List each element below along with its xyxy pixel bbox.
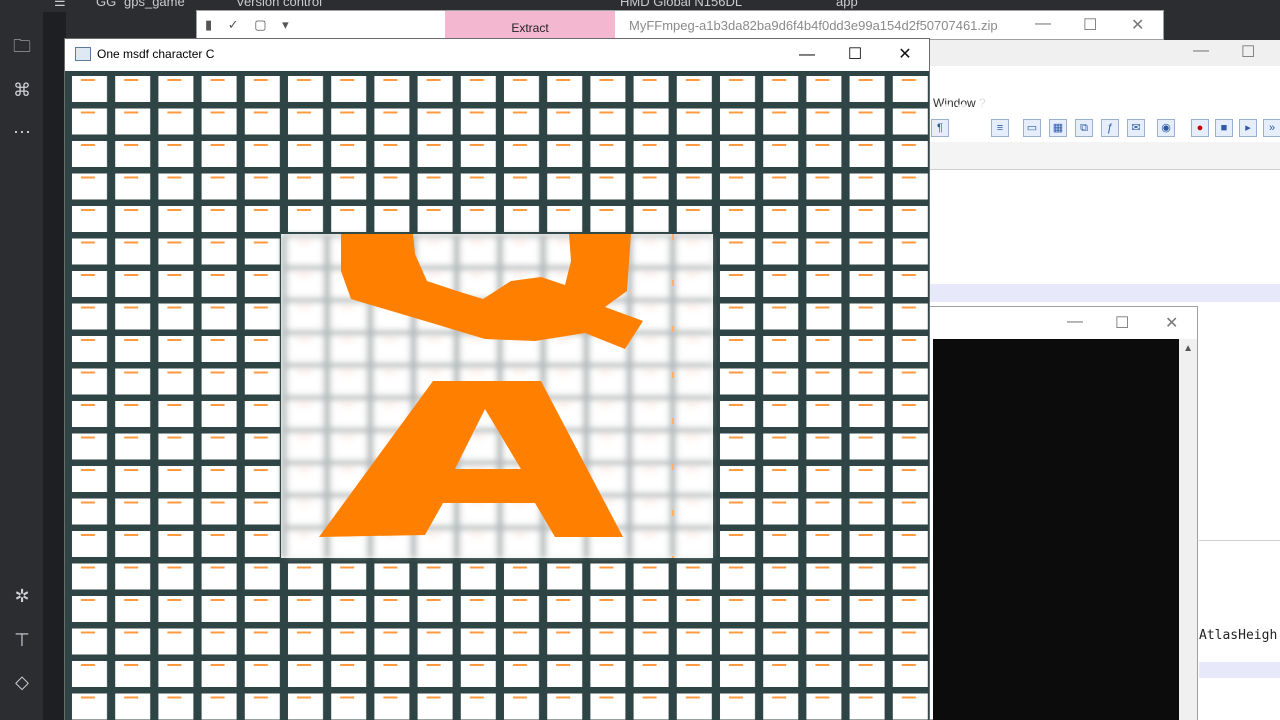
msdf-window: One msdf character C — ☐ ✕ [64, 38, 930, 720]
project-name[interactable]: gps_game [124, 0, 185, 9]
archive-title: MyFFmpeg-a1b3da82ba9d6f4b4f0dd3e99a154d2… [629, 18, 998, 33]
more-icon[interactable]: ⋯ [10, 120, 34, 144]
editor-highlight-line [929, 284, 1280, 302]
ide-gutter [44, 12, 66, 720]
render-canvas[interactable] [65, 71, 929, 720]
editor-minimize-icon[interactable]: — [1193, 42, 1209, 60]
extract-tab[interactable]: Extract [445, 11, 615, 41]
record-icon[interactable]: ● [1191, 119, 1209, 137]
console-maximize-icon[interactable]: ☐ [1115, 313, 1129, 333]
structure-icon[interactable]: ⌘ [10, 78, 34, 102]
console-output[interactable] [933, 339, 1181, 720]
scroll-up-icon[interactable]: ▲ [1183, 343, 1193, 354]
stop-icon[interactable]: ■ [1215, 119, 1233, 137]
editor-maximize-icon[interactable]: ☐ [1241, 42, 1255, 62]
archive-close-icon[interactable]: ✕ [1131, 15, 1144, 35]
close-icon[interactable]: ✕ [885, 44, 925, 66]
folder-icon[interactable]: 🗀 [10, 34, 34, 58]
project-badge: GG [96, 0, 117, 9]
console-close-icon[interactable]: ✕ [1165, 313, 1178, 333]
archive-maximize-icon[interactable]: ☐ [1083, 15, 1097, 35]
vcs-label[interactable]: Version control [236, 0, 322, 9]
editor-highlight-line-2 [1199, 662, 1280, 678]
maximize-icon[interactable]: ☐ [835, 44, 875, 66]
archive-toolbar-icons[interactable]: ▮ ✓ ▢ ▾ [205, 17, 295, 33]
msdf-titlebar[interactable]: One msdf character C — ☐ ✕ [65, 39, 929, 71]
hamburger-menu-icon[interactable]: ☰ [54, 0, 66, 10]
window-title: One msdf character C [97, 47, 215, 61]
editor-ruler [929, 142, 1280, 170]
run-config-selector[interactable]: app [836, 0, 858, 9]
code-fragment: AtlasHeigh [1199, 628, 1278, 643]
ide-sidebar: 🗀 ⌘ ⋯ ✲ ⊤ ◇ [0, 12, 44, 720]
device-selector[interactable]: HMD Global N156DL [620, 0, 742, 9]
play-icon[interactable]: ▸ [1239, 119, 1257, 137]
archive-window: ▮ ✓ ▢ ▾ Extract MyFFmpeg-a1b3da82ba9d6f4… [196, 10, 1164, 41]
console-scrollbar[interactable] [1179, 339, 1197, 720]
app-icon [75, 47, 91, 61]
minimize-icon[interactable]: — [787, 44, 827, 66]
debug-bug-icon[interactable]: ✲ [10, 584, 34, 608]
forward-icon[interactable]: » [1263, 119, 1280, 137]
console-window: — ☐ ✕ ▲ [928, 306, 1198, 720]
archive-minimize-icon[interactable]: — [1035, 15, 1051, 33]
build-hammer-icon[interactable]: ⊤ [10, 628, 34, 652]
gem-icon[interactable]: ◇ [10, 670, 34, 694]
atlas-render [65, 71, 929, 720]
console-minimize-icon[interactable]: — [1067, 313, 1083, 331]
